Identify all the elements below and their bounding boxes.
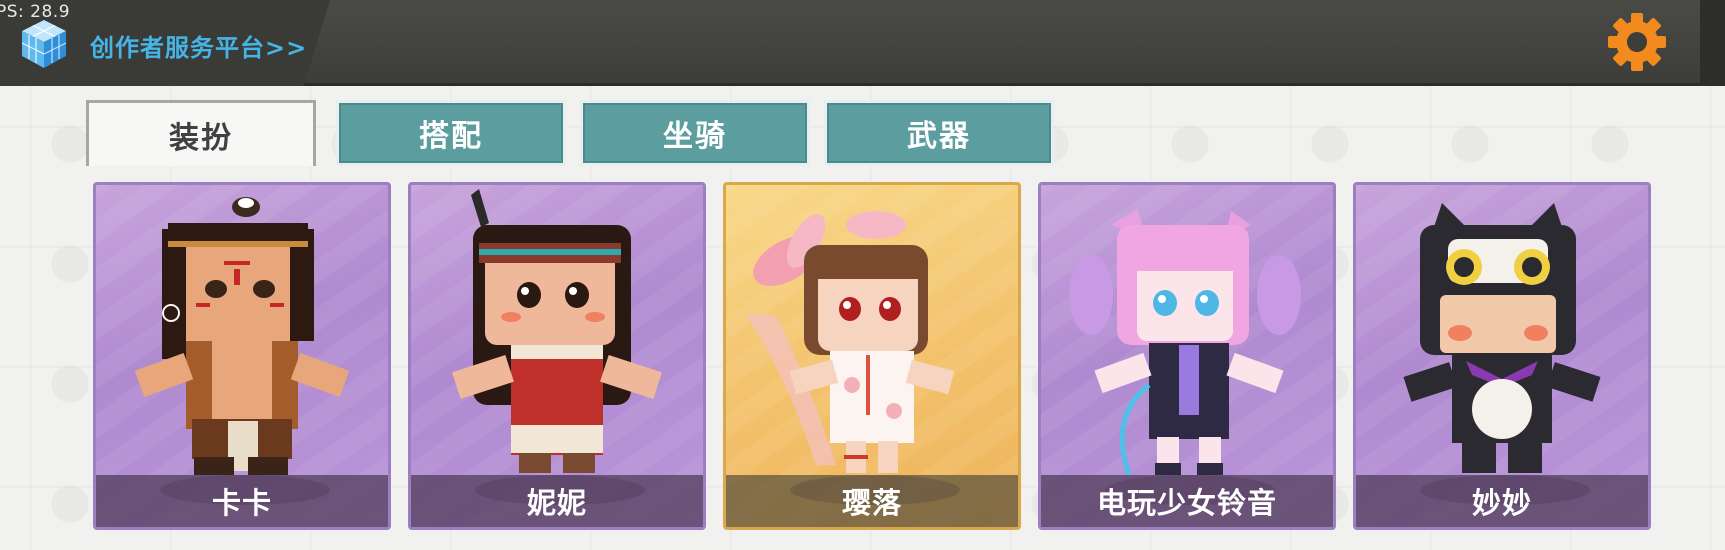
top-bar-right-edge: [1700, 0, 1725, 86]
tab-combination[interactable]: 搭配: [336, 100, 566, 166]
tab-outfit[interactable]: 装扮: [86, 100, 316, 166]
skin-name-bar: 璎落: [726, 475, 1018, 527]
skin-card-lingyin[interactable]: 电玩少女铃音: [1038, 182, 1336, 530]
skin-name-label: 电玩少女铃音: [1096, 486, 1277, 520]
tab-mount-label: 坐骑: [663, 119, 727, 154]
skin-name-bar: 妮妮: [411, 475, 703, 527]
skin-card-yingluo[interactable]: 璎落: [723, 182, 1021, 530]
character-miaomiao-image: [1403, 203, 1601, 473]
skin-name-label: 妮妮: [526, 486, 587, 520]
skin-name-bar: 电玩少女铃音: [1041, 475, 1333, 527]
skin-name-label: 卡卡: [211, 486, 272, 520]
cube-logo-icon[interactable]: [20, 18, 68, 70]
character-lingyin-image: [1069, 209, 1301, 476]
skin-name-bar: 卡卡: [96, 475, 388, 527]
tab-combination-label: 搭配: [419, 119, 483, 154]
skin-card-miaomiao[interactable]: 妙妙: [1353, 182, 1651, 530]
tab-weapon[interactable]: 武器: [824, 100, 1054, 166]
character-nini-image: [452, 189, 662, 473]
skin-name-bar: 妙妙: [1356, 475, 1648, 527]
fps-counter: PS: 28.9: [0, 2, 71, 22]
tab-mount[interactable]: 坐骑: [580, 100, 810, 166]
tab-weapon-label: 武器: [907, 119, 971, 154]
creator-platform-link[interactable]: 创作者服务平台>>: [90, 28, 307, 63]
skin-card-kaka[interactable]: 卡卡: [93, 182, 391, 530]
top-bar: PS: 28.9 创作者服务平台>>: [0, 0, 1725, 86]
skin-name-label: 妙妙: [1471, 486, 1532, 520]
skin-card-nini[interactable]: 妮妮: [408, 182, 706, 530]
gear-icon[interactable]: [1606, 11, 1668, 73]
tab-outfit-label: 装扮: [169, 120, 233, 156]
character-kaka-image: [134, 197, 350, 475]
skin-name-label: 璎落: [841, 486, 902, 520]
character-yingluo-image: [746, 211, 955, 473]
